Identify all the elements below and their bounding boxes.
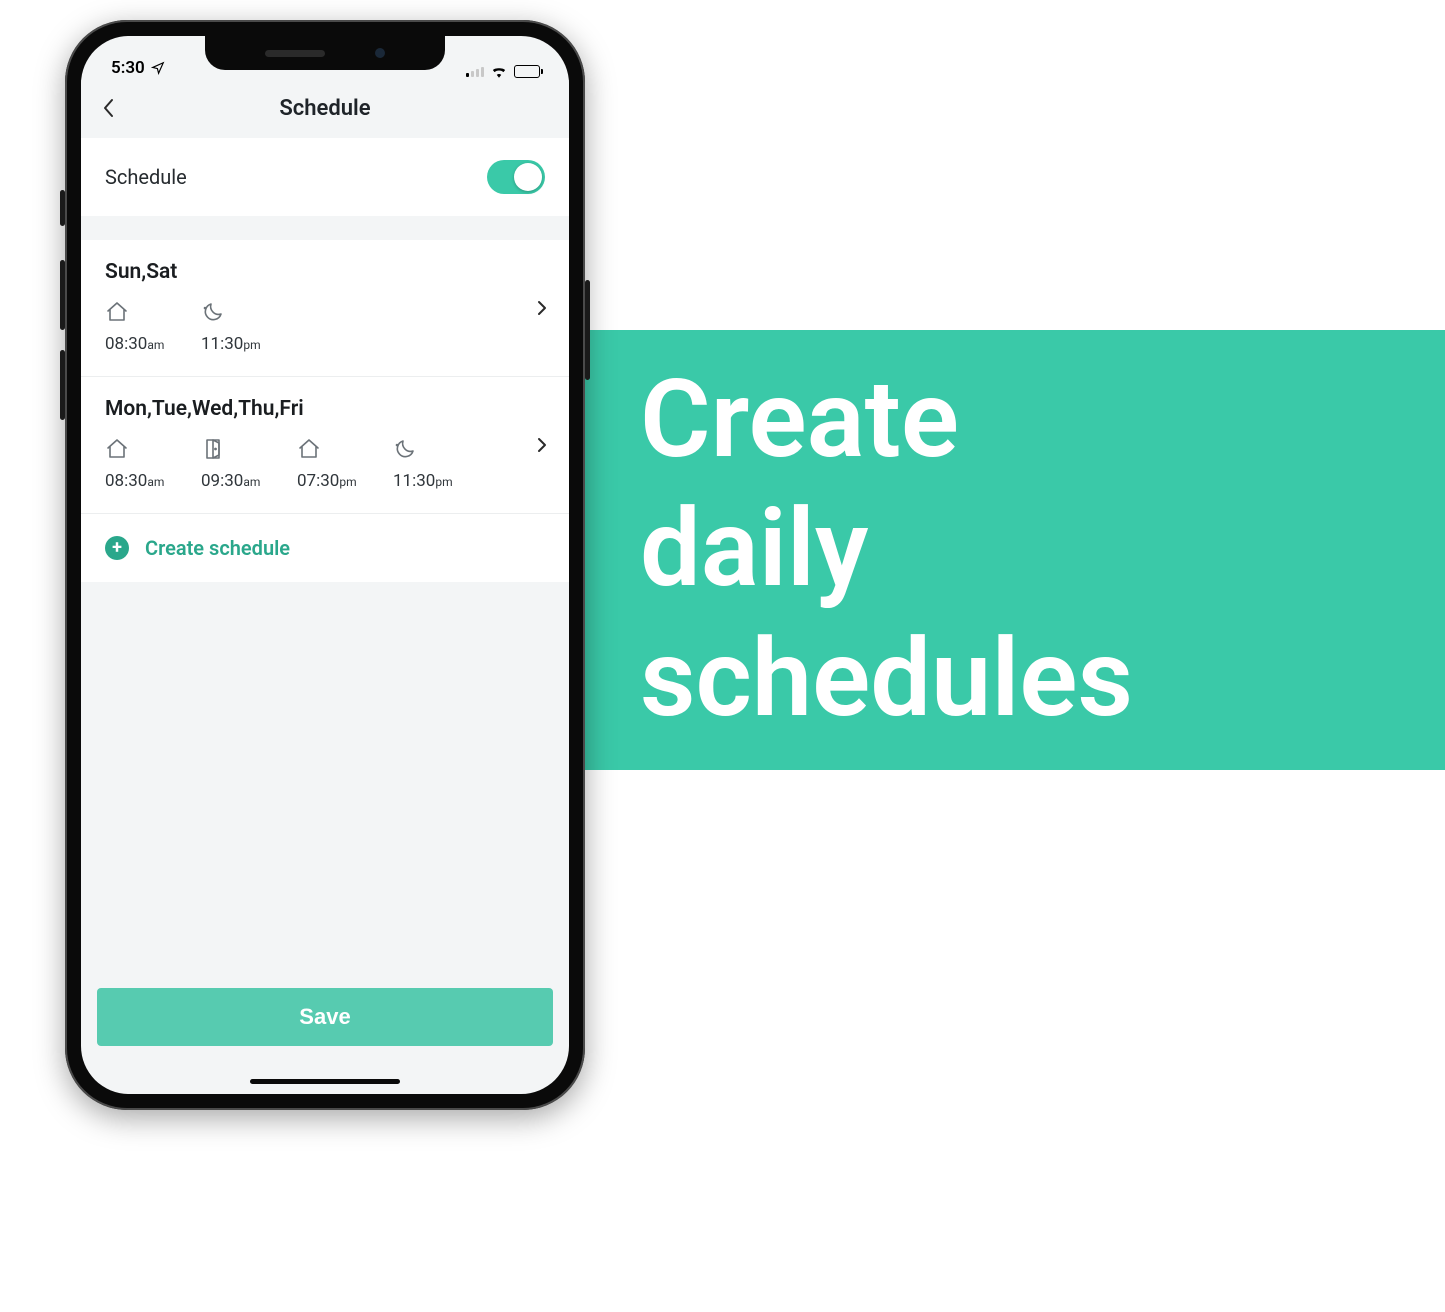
create-schedule-label: Create schedule [145, 536, 290, 560]
schedule-slot-time: 09:30am [201, 471, 260, 491]
schedule-slot-time: 07:30pm [297, 471, 357, 491]
back-button[interactable] [103, 98, 115, 118]
chevron-right-icon [537, 300, 547, 316]
cell-signal-icon [466, 65, 484, 77]
schedule-days-label: Sun,Sat [105, 260, 545, 284]
plus-circle-icon: + [105, 536, 129, 560]
home-icon [105, 437, 129, 461]
phone-frame: 5:30 Schedule [65, 20, 585, 1110]
schedule-toggle-row: Schedule [81, 138, 569, 216]
home-icon [297, 437, 321, 461]
schedule-slot-time: 08:30am [105, 471, 164, 491]
wifi-icon [490, 64, 508, 78]
schedule-toggle[interactable] [487, 160, 545, 194]
battery-icon [514, 65, 543, 78]
schedule-row[interactable]: Mon,Tue,Wed,Thu,Fri 08:30am 09:30am [81, 377, 569, 514]
schedule-row[interactable]: Sun,Sat 08:30am 11:30pm [81, 240, 569, 377]
phone-notch [205, 36, 445, 70]
schedule-slot-time: 08:30am [105, 334, 164, 354]
schedule-slot: 11:30pm [393, 437, 467, 491]
save-button[interactable]: Save [97, 988, 553, 1046]
phone-power-button [585, 280, 590, 380]
schedule-slot-time: 11:30pm [393, 471, 453, 491]
phone-vol-up [60, 260, 65, 330]
schedule-slot: 08:30am [105, 437, 179, 491]
home-indicator[interactable] [250, 1079, 400, 1084]
moon-icon [201, 300, 225, 324]
schedule-days-label: Mon,Tue,Wed,Thu,Fri [105, 397, 545, 421]
create-schedule-button[interactable]: + Create schedule [81, 514, 569, 582]
home-icon [105, 300, 129, 324]
schedule-slot: 11:30pm [201, 300, 275, 354]
schedule-slot: 07:30pm [297, 437, 371, 491]
moon-icon [393, 437, 417, 461]
location-icon [151, 61, 165, 75]
schedule-list: Sun,Sat 08:30am 11:30pm [81, 240, 569, 582]
phone-mute-switch [60, 190, 65, 226]
schedule-toggle-label: Schedule [105, 165, 187, 189]
schedule-slot: 09:30am [201, 437, 275, 491]
schedule-slot: 08:30am [105, 300, 179, 354]
nav-header: Schedule [81, 80, 569, 136]
chevron-right-icon [537, 437, 547, 453]
banner-headline: Create daily schedules [640, 356, 1133, 745]
door-icon [201, 437, 225, 461]
phone-vol-down [60, 350, 65, 420]
phone-screen: 5:30 Schedule [81, 36, 569, 1094]
page-title: Schedule [279, 96, 370, 121]
schedule-slot-time: 11:30pm [201, 334, 261, 354]
status-time: 5:30 [111, 58, 145, 78]
